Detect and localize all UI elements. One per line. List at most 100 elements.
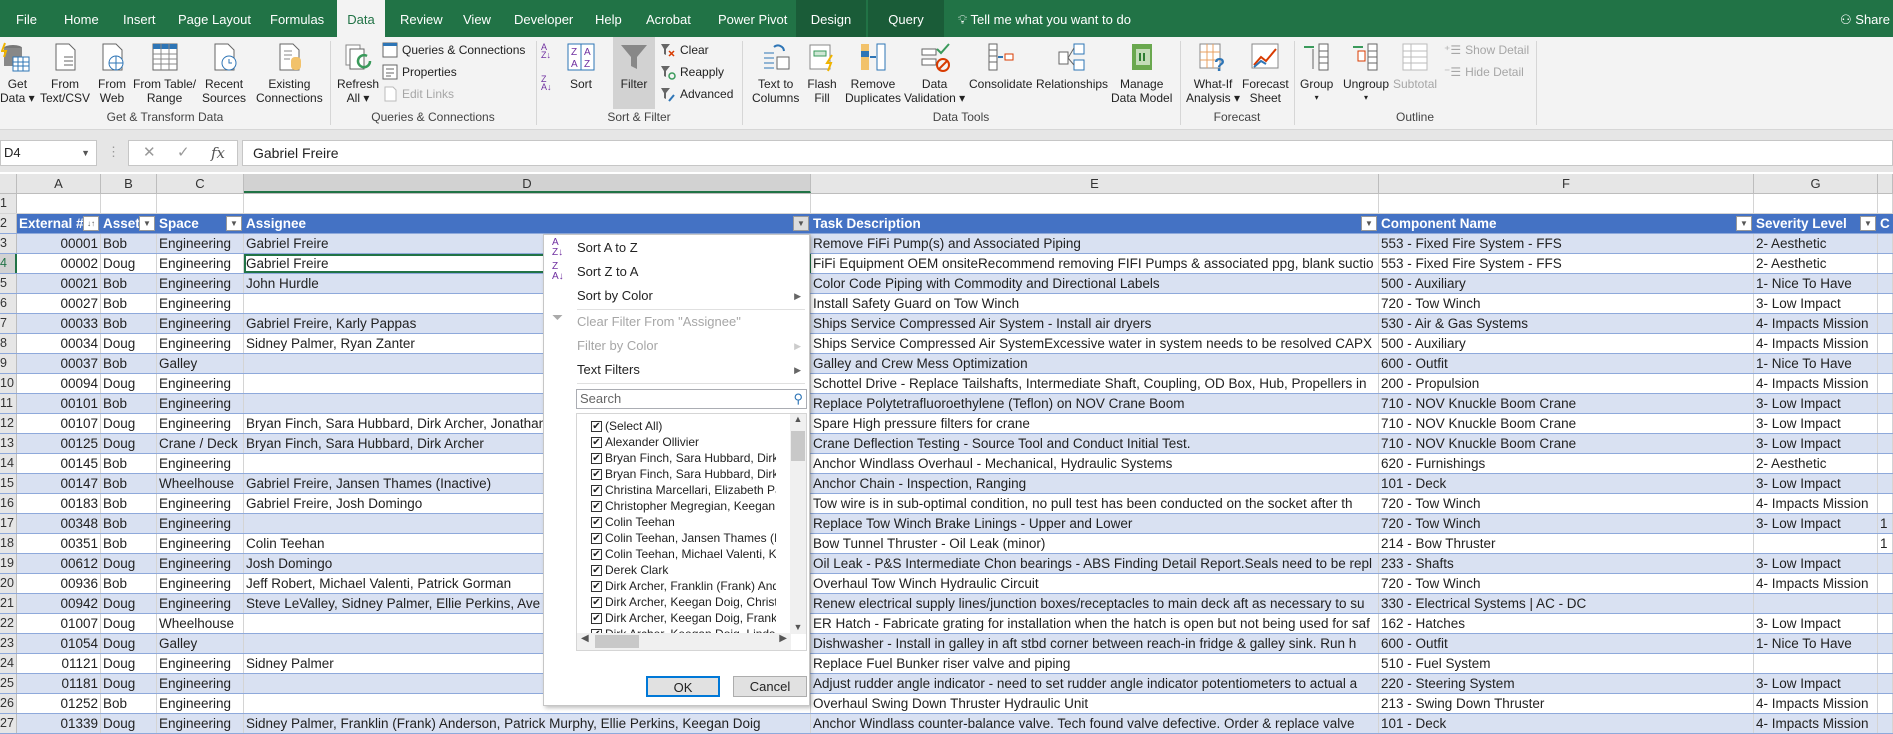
cell-external-number[interactable]: 00147 [17,474,101,493]
row-number[interactable]: 17 [0,514,17,533]
cell-external-number[interactable]: 01181 [17,674,101,693]
cell-space[interactable]: Engineering [157,714,244,733]
row-number[interactable]: 15 [0,474,17,493]
cell-asset[interactable]: Bob [101,354,157,373]
queries-connections-button[interactable]: Queries & Connections [382,40,525,60]
cell-asset[interactable]: Doug [101,374,157,393]
tab-help[interactable]: Help [587,0,630,37]
filter-value-item[interactable]: ✔ Colin Teehan [591,514,776,530]
cell-col-h[interactable] [1878,354,1893,373]
cell-severity-level[interactable]: 3- Low Impact [1754,514,1878,533]
row-number[interactable]: 10 [0,374,17,393]
cell-task-description[interactable]: Spare High pressure filters for crane [811,414,1379,433]
cell-severity-level[interactable] [1754,534,1878,553]
cell-external-number[interactable]: 00037 [17,354,101,373]
cell-component-name[interactable]: 720 - Tow Winch [1379,294,1754,313]
row-number[interactable]: 16 [0,494,17,513]
row-number[interactable]: 18 [0,534,17,553]
cell-asset[interactable]: Doug [101,674,157,693]
cell-external-number[interactable]: 00001 [17,234,101,253]
tab-home[interactable]: Home [56,0,107,37]
filter-value-item[interactable]: ✔ Dirk Archer, Franklin (Frank) Ande [591,578,776,594]
cell-col-h[interactable] [1878,634,1893,653]
cell-severity-level[interactable]: 4- Impacts Mission [1754,314,1878,333]
cell[interactable] [244,194,811,213]
tab-view[interactable]: View [455,0,499,37]
cell-col-h[interactable] [1878,274,1893,293]
cell-asset[interactable]: Doug [101,334,157,353]
cell-col-h[interactable] [1878,374,1893,393]
cell-task-description[interactable]: Adjust rudder angle indicator - need to … [811,674,1379,693]
row-number[interactable]: 2 [0,214,17,233]
forecast-sheet-button[interactable]: Forecast Sheet [1242,41,1289,105]
row-number[interactable]: 14 [0,454,17,473]
cell-asset[interactable]: Doug [101,654,157,673]
scroll-up-icon[interactable]: ▲ [790,414,806,424]
cell-task-description[interactable]: Bow Tunnel Thruster - Oil Leak (minor) [811,534,1379,553]
column-header-c[interactable]: C [157,174,244,193]
cell-component-name[interactable]: 553 - Fixed Fire System - FFS [1379,234,1754,253]
cell-asset[interactable]: Bob [101,474,157,493]
cell-asset[interactable]: Bob [101,314,157,333]
cell[interactable] [811,194,1379,213]
cell-external-number[interactable]: 00183 [17,494,101,513]
tab-insert[interactable]: Insert [115,0,164,37]
row-number[interactable]: 13 [0,434,17,453]
cell-severity-level[interactable] [1754,594,1878,613]
cell-component-name[interactable]: 162 - Hatches [1379,614,1754,633]
scrollbar-thumb[interactable] [791,431,805,461]
cell-severity-level[interactable]: 3- Low Impact [1754,434,1878,453]
get-data-button[interactable]: Get Data ▾ [0,41,35,105]
subtotal-button[interactable]: Subtotal [1393,41,1437,91]
refresh-all-button[interactable]: Refresh All ▾ [337,41,379,105]
cell-component-name[interactable]: 620 - Furnishings [1379,454,1754,473]
cell-space[interactable]: Engineering [157,394,244,413]
scrollbar-thumb[interactable] [595,635,639,648]
cell-component-name[interactable]: 710 - NOV Knuckle Boom Crane [1379,414,1754,433]
cell-component-name[interactable]: 101 - Deck [1379,714,1754,733]
cell-col-h[interactable] [1878,674,1893,693]
sort-button[interactable]: ZAAZ Sort [565,41,597,91]
cell-severity-level[interactable]: 3- Low Impact [1754,474,1878,493]
cell-col-h[interactable] [1878,554,1893,573]
cell-space[interactable]: Galley [157,354,244,373]
checkbox-checked-icon[interactable]: ✔ [591,436,602,448]
filter-value-item[interactable]: ✔ Bryan Finch, Sara Hubbard, Dirk A [591,450,776,466]
sort-a-z-button[interactable]: A Z↓ [541,43,551,65]
cell-task-description[interactable]: Anchor Windlass Overhaul - Mechanical, H… [811,454,1379,473]
cell-severity-level[interactable]: 3- Low Impact [1754,554,1878,573]
cell-space[interactable]: Engineering [157,374,244,393]
menu-sort-by-color[interactable]: Sort by Color ▶ [544,284,809,308]
cell-external-number[interactable]: 01252 [17,694,101,713]
cell-col-h[interactable]: 1 [1878,534,1893,553]
name-box[interactable]: D4 ▼ [0,140,97,166]
cell-component-name[interactable]: 101 - Deck [1379,474,1754,493]
cell-severity-level[interactable]: 4- Impacts Mission [1754,334,1878,353]
row-number[interactable]: 19 [0,554,17,573]
filter-dropdown-icon[interactable]: ▼ [1860,216,1876,231]
cell-external-number[interactable]: 00034 [17,334,101,353]
cell-task-description[interactable]: Schottel Drive - Replace Tailshafts, Int… [811,374,1379,393]
formula-input[interactable]: Gabriel Freire [242,140,1893,166]
cell-col-h[interactable] [1878,454,1893,473]
row-number[interactable]: 8 [0,334,17,353]
cell-component-name[interactable]: 500 - Auxiliary [1379,334,1754,353]
advanced-button[interactable]: Advanced [660,84,733,104]
cell-col-h[interactable] [1878,434,1893,453]
row-number[interactable]: 26 [0,694,17,713]
cell-severity-level[interactable]: 1- Nice To Have [1754,634,1878,653]
column-header-g[interactable]: G [1754,174,1878,193]
sort-z-a-button[interactable]: Z A↓ [541,75,552,97]
tab-review[interactable]: Review [392,0,451,37]
column-header-a[interactable]: A [17,174,101,193]
cell-asset[interactable]: Doug [101,414,157,433]
checkbox-checked-icon[interactable]: ✔ [591,500,602,512]
column-header-f[interactable]: F [1379,174,1754,193]
cell-space[interactable]: Galley [157,634,244,653]
cell-col-h[interactable] [1878,594,1893,613]
column-header-d[interactable]: D [244,174,811,193]
insert-function-icon[interactable]: fx [211,141,225,165]
cell-col-h[interactable] [1878,694,1893,713]
filter-dropdown-icon[interactable]: ▼ [793,216,809,231]
cell[interactable] [1379,194,1754,213]
